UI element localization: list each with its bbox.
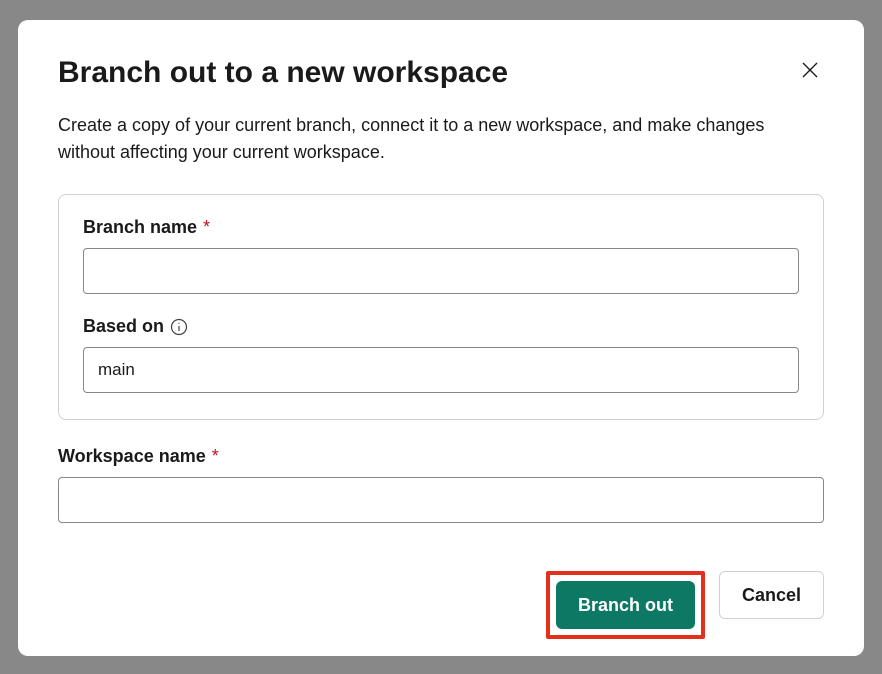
branch-name-label: Branch name * <box>83 217 799 238</box>
branch-out-button[interactable]: Branch out <box>556 581 695 629</box>
workspace-name-field: Workspace name * <box>58 446 824 523</box>
required-indicator: * <box>203 217 210 238</box>
cancel-button[interactable]: Cancel <box>719 571 824 619</box>
close-button[interactable] <box>796 56 824 87</box>
info-icon[interactable] <box>170 318 188 336</box>
required-indicator: * <box>212 446 219 467</box>
dialog-footer: Branch out Cancel <box>58 545 824 639</box>
dialog-header: Branch out to a new workspace <box>58 56 824 90</box>
branch-name-field: Branch name * <box>83 217 799 294</box>
primary-button-highlight: Branch out <box>546 571 705 639</box>
dialog-description: Create a copy of your current branch, co… <box>58 112 824 166</box>
workspace-name-label: Workspace name * <box>58 446 824 467</box>
branch-name-label-text: Branch name <box>83 217 197 238</box>
branch-name-input[interactable] <box>83 248 799 294</box>
based-on-label-text: Based on <box>83 316 164 337</box>
branch-fields-group: Branch name * Based on <box>58 194 824 420</box>
based-on-label: Based on <box>83 316 799 337</box>
close-icon <box>800 68 820 83</box>
workspace-name-input[interactable] <box>58 477 824 523</box>
based-on-input[interactable] <box>83 347 799 393</box>
workspace-name-label-text: Workspace name <box>58 446 206 467</box>
branch-out-dialog: Branch out to a new workspace Create a c… <box>18 20 864 656</box>
based-on-field: Based on <box>83 316 799 393</box>
dialog-title: Branch out to a new workspace <box>58 56 508 90</box>
